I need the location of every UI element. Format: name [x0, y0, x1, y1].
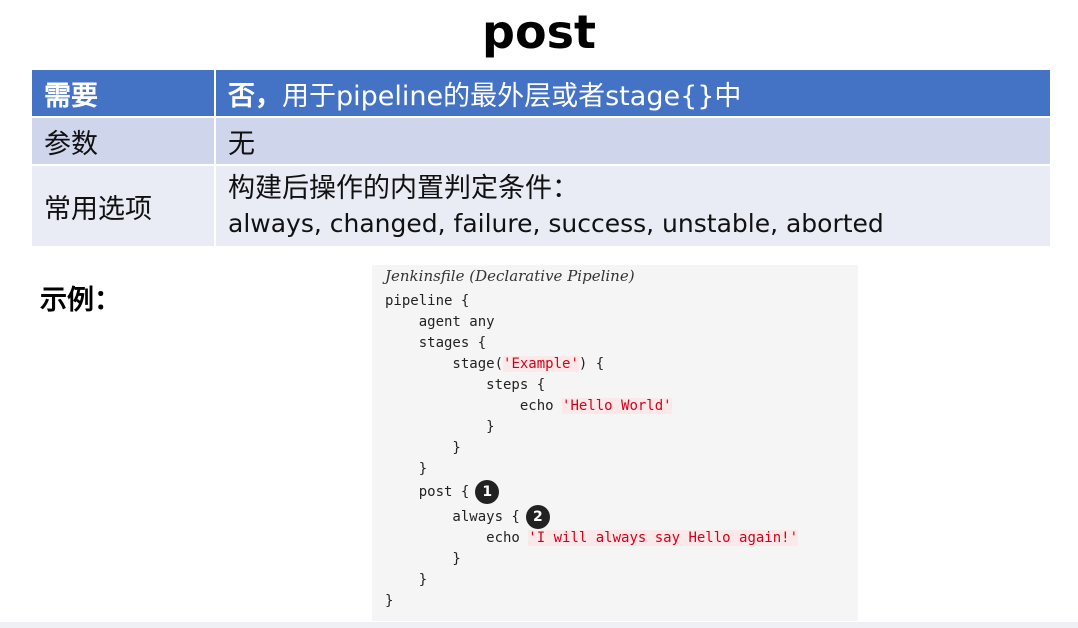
slide: post 需要 否，用于pipeline的最外层或者stage{}中 参数 无 … [0, 0, 1078, 628]
code-line: always { 2 [385, 505, 550, 529]
code-text: echo [385, 530, 529, 546]
code-line: pipeline { [385, 291, 469, 311]
code-line: echo 'I will always say Hello again!' [385, 528, 799, 548]
spec-value-strong: 否， [228, 80, 282, 112]
code-text: } [385, 572, 428, 588]
code-line: stages { [385, 333, 486, 353]
code-string: 'Hello World' [562, 398, 672, 414]
spec-row-required: 需要 否，用于pipeline的最外层或者stage{}中 [32, 70, 1052, 118]
footer-bar [0, 622, 1078, 628]
code-caption: Jenkinsfile (Declarative Pipeline) [385, 267, 635, 285]
code-line: echo 'Hello World' [385, 396, 672, 416]
spec-value-line: 构建后操作的内置判定条件： [228, 173, 579, 204]
code-text: } [385, 593, 394, 609]
code-line: } [385, 549, 461, 569]
spec-value: 无 [216, 118, 1052, 166]
spec-value-text: 用于pipeline的最外层或者stage{}中 [282, 80, 742, 112]
code-text: agent any [385, 314, 495, 330]
spec-label: 常用选项 [32, 166, 216, 248]
spec-value: 否，用于pipeline的最外层或者stage{}中 [216, 70, 1052, 118]
example-label: 示例： [40, 285, 121, 316]
spec-table: 需要 否，用于pipeline的最外层或者stage{}中 参数 无 常用选项 … [32, 70, 1052, 248]
code-text: stages { [385, 335, 487, 351]
code-line: post { 1 [385, 480, 500, 504]
code-line: steps { [385, 375, 545, 395]
code-text: pipeline { [385, 293, 470, 309]
code-string: 'Example' [503, 356, 579, 372]
spec-row-options: 常用选项 构建后操作的内置判定条件： always, changed, fail… [32, 166, 1052, 248]
code-text: } [385, 419, 495, 435]
code-text: } [385, 440, 461, 456]
code-line: } [385, 591, 393, 611]
code-line: } [385, 417, 495, 437]
callout-badge: 2 [525, 505, 550, 529]
spec-label: 需要 [32, 70, 216, 118]
code-string: 'I will always say Hello again!' [528, 530, 799, 546]
code-text: } [385, 461, 428, 477]
code-text: stage( [385, 356, 504, 372]
slide-title: post [482, 5, 596, 59]
code-line: } [385, 459, 427, 479]
code-text: post { [385, 484, 470, 500]
code-line: agent any [385, 312, 495, 332]
spec-value: 构建后操作的内置判定条件： always, changed, failure, … [216, 166, 1052, 248]
code-text: } [385, 551, 461, 567]
code-text: always { [385, 509, 520, 525]
spec-label: 参数 [32, 118, 216, 166]
code-line: stage('Example') { [385, 354, 604, 374]
callout-badge: 1 [475, 480, 500, 504]
spec-value-options-list: always, changed, failure, success, unsta… [228, 209, 884, 238]
code-text: steps { [385, 377, 546, 393]
code-example: Jenkinsfile (Declarative Pipeline) pipel… [372, 265, 858, 621]
code-line: } [385, 438, 461, 458]
spec-row-params: 参数 无 [32, 118, 1052, 166]
code-text: ) { [578, 356, 605, 372]
code-text: echo [385, 398, 563, 414]
code-line: } [385, 570, 427, 590]
